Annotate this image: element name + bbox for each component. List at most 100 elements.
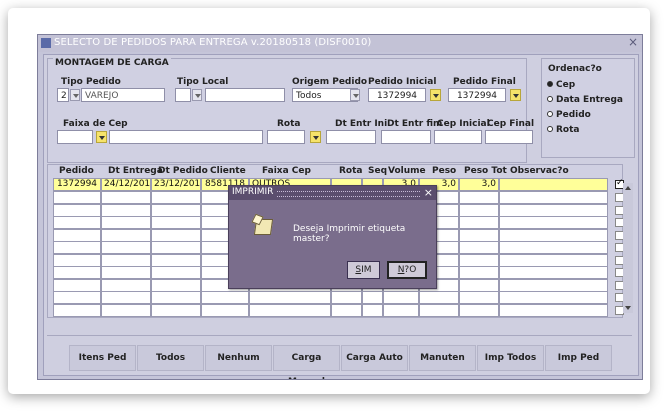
manuten-button[interactable]: Manuten: [409, 345, 476, 371]
table-cell[interactable]: [101, 266, 151, 279]
table-cell[interactable]: [151, 203, 201, 217]
tipo-local-desc[interactable]: [205, 88, 285, 102]
table-cell[interactable]: [362, 303, 383, 317]
table-cell[interactable]: [459, 216, 499, 229]
table-cell[interactable]: [101, 241, 151, 254]
table-cell[interactable]: [53, 228, 101, 242]
faixa-cep-desc[interactable]: [109, 130, 263, 144]
table-cell[interactable]: [459, 241, 499, 254]
todos-button[interactable]: Todos: [137, 345, 204, 371]
pedido-inicial-lov-icon[interactable]: [430, 89, 441, 101]
radio-ordenacao-data-entrega[interactable]: Data Entrega: [547, 95, 623, 105]
imp-todos-button[interactable]: Imp Todos: [477, 345, 544, 371]
table-cell[interactable]: [101, 216, 151, 229]
table-cell[interactable]: [53, 191, 101, 204]
nenhum-button[interactable]: Nenhum: [205, 345, 272, 371]
table-cell[interactable]: [499, 303, 608, 317]
origem-pedido-dropdown-icon[interactable]: [350, 89, 360, 101]
table-cell[interactable]: [151, 191, 201, 204]
pedido-inicial-field[interactable]: 1372994: [368, 88, 426, 102]
table-cell[interactable]: [201, 303, 249, 317]
cep-inicial-field[interactable]: [434, 130, 482, 144]
cell-observacao[interactable]: [499, 178, 608, 191]
table-cell[interactable]: [151, 228, 201, 242]
table-cell[interactable]: [151, 241, 201, 254]
table-cell[interactable]: [53, 203, 101, 217]
table-cell[interactable]: [101, 191, 151, 204]
itens-ped-button[interactable]: Itens Ped: [69, 345, 136, 371]
table-cell[interactable]: [101, 253, 151, 267]
tipo-pedido-desc[interactable]: VAREJO: [81, 88, 165, 102]
table-cell[interactable]: [151, 278, 201, 292]
table-cell[interactable]: [419, 291, 459, 304]
table-cell[interactable]: [499, 278, 608, 292]
table-cell[interactable]: [53, 278, 101, 292]
table-cell[interactable]: [459, 266, 499, 279]
table-cell[interactable]: [459, 191, 499, 204]
carga-manual-button[interactable]: Carga Manual: [273, 345, 340, 379]
table-cell[interactable]: [383, 303, 419, 317]
table-cell[interactable]: [53, 253, 101, 267]
table-cell[interactable]: [151, 266, 201, 279]
table-cell[interactable]: [459, 303, 499, 317]
tipo-local-code[interactable]: [175, 88, 191, 102]
table-cell[interactable]: [459, 253, 499, 267]
table-cell[interactable]: [53, 303, 101, 317]
table-cell[interactable]: [151, 303, 201, 317]
pedido-final-field[interactable]: 1372994: [448, 88, 506, 102]
table-cell[interactable]: [459, 291, 499, 304]
table-cell[interactable]: [362, 291, 383, 304]
table-cell[interactable]: [499, 291, 608, 304]
table-cell[interactable]: [499, 228, 608, 242]
table-cell[interactable]: [101, 291, 151, 304]
table-cell[interactable]: [499, 266, 608, 279]
table-cell[interactable]: [499, 216, 608, 229]
table-cell[interactable]: [151, 253, 201, 267]
dt-entr-ini-field[interactable]: [326, 130, 376, 144]
dialog-close-icon[interactable]: ×: [424, 186, 433, 199]
carga-auto-button[interactable]: Carga Auto: [341, 345, 408, 371]
table-cell[interactable]: [459, 278, 499, 292]
scroll-up-icon[interactable]: [625, 186, 631, 190]
sim-button[interactable]: SIM: [347, 261, 380, 279]
table-cell[interactable]: [53, 266, 101, 279]
radio-ordenacao-pedido[interactable]: Pedido: [547, 110, 591, 120]
table-cell[interactable]: [331, 291, 362, 304]
table-cell[interactable]: [151, 291, 201, 304]
cell-dt-entrega[interactable]: 24/12/2019: [101, 178, 151, 191]
tipo-pedido-dropdown-icon[interactable]: [70, 89, 80, 101]
table-cell[interactable]: [249, 291, 331, 304]
radio-ordenacao-cep[interactable]: Cep: [547, 80, 575, 90]
scroll-down-icon[interactable]: [625, 306, 631, 310]
rota-lov-icon[interactable]: [310, 131, 321, 143]
table-cell[interactable]: [459, 228, 499, 242]
pedido-final-lov-icon[interactable]: [510, 89, 521, 101]
table-cell[interactable]: [499, 241, 608, 254]
table-cell[interactable]: [53, 241, 101, 254]
faixa-cep-lov-icon[interactable]: [96, 131, 107, 143]
table-cell[interactable]: [419, 303, 459, 317]
dt-entr-fim-field[interactable]: [381, 130, 431, 144]
table-cell[interactable]: [499, 253, 608, 267]
cell-peso-tot[interactable]: 3,0: [459, 178, 499, 191]
rota-field[interactable]: [267, 130, 305, 144]
table-row[interactable]: [53, 291, 624, 304]
table-cell[interactable]: [249, 303, 331, 317]
table-cell[interactable]: [53, 291, 101, 304]
imp-ped-button[interactable]: Imp Ped: [545, 345, 612, 371]
cell-dt-pedido[interactable]: 23/12/2019: [151, 178, 201, 191]
table-cell[interactable]: [101, 278, 151, 292]
table-cell[interactable]: [459, 203, 499, 217]
origem-pedido-select[interactable]: Todos: [292, 88, 358, 102]
window-close-icon[interactable]: ×: [628, 35, 638, 49]
table-row[interactable]: [53, 303, 624, 317]
table-cell[interactable]: [499, 191, 608, 204]
tipo-pedido-code[interactable]: 2: [57, 88, 69, 102]
radio-ordenacao-rota[interactable]: Rota: [547, 125, 580, 135]
nao-button[interactable]: N?O: [387, 261, 427, 279]
table-cell[interactable]: [331, 303, 362, 317]
table-cell[interactable]: [101, 303, 151, 317]
cell-pedido[interactable]: 1372994: [53, 178, 101, 191]
table-scrollbar[interactable]: [623, 183, 633, 313]
table-cell[interactable]: [101, 228, 151, 242]
